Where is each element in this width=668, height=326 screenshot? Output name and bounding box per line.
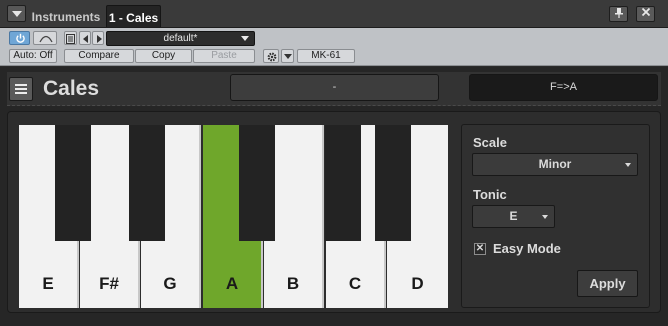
scale-dropdown[interactable]: Minor <box>472 153 638 176</box>
tab-cales[interactable]: 1 - Cales <box>106 5 161 27</box>
menu-icon <box>15 84 27 86</box>
plugin-title: Cales <box>43 77 100 100</box>
close-icon <box>641 7 650 17</box>
key-label: F# <box>99 274 119 293</box>
key-label: B <box>286 274 300 293</box>
key-label: G <box>163 274 177 293</box>
plugin-body: E F# G A B C D Scale Minor Tonic E ✕ Eas… <box>7 111 661 313</box>
gear-icon <box>267 52 277 62</box>
key-label: E <box>42 274 54 293</box>
plugin-panel: Cales - F=>A E F# G A B C D Scale Minor … <box>0 67 668 326</box>
automation-button[interactable]: Auto: Off <box>9 49 57 63</box>
scale-settings-panel: Scale Minor Tonic E ✕ Easy Mode Apply <box>461 124 650 308</box>
transpose-display: F=>A <box>469 74 658 101</box>
next-preset-button[interactable] <box>92 31 104 45</box>
easy-mode-label: Easy Mode <box>493 241 561 256</box>
plugin-toolbar: default* Auto: Off Compare Copy Paste MK… <box>0 28 668 66</box>
menu-button[interactable] <box>9 77 33 101</box>
copy-button[interactable]: Copy <box>135 49 192 63</box>
window-title-bar: Instruments 1 - Cales <box>0 0 668 28</box>
compare-button[interactable]: Compare <box>64 49 134 63</box>
piano-black-key[interactable] <box>55 125 91 241</box>
preset-dropdown[interactable]: default* <box>106 31 255 46</box>
close-button[interactable] <box>636 6 655 22</box>
settings-dropdown-button[interactable] <box>281 49 294 63</box>
tab-instruments[interactable]: Instruments <box>28 5 104 27</box>
piano-keyboard: E F# G A B C D <box>19 125 448 308</box>
piano-black-key[interactable] <box>325 125 361 241</box>
scale-label: Scale <box>473 135 507 150</box>
settings-button[interactable] <box>263 49 279 63</box>
key-label: D <box>411 274 424 293</box>
apply-button[interactable]: Apply <box>577 270 638 297</box>
paste-button[interactable]: Paste <box>193 49 255 63</box>
tonic-label: Tonic <box>473 187 507 202</box>
key-label: C <box>348 274 362 293</box>
list-icon <box>66 34 75 44</box>
easy-mode-checkbox[interactable]: ✕ <box>474 243 486 255</box>
pin-button[interactable] <box>609 6 628 22</box>
power-icon <box>16 33 25 43</box>
window-menu-button[interactable] <box>7 5 26 22</box>
power-button[interactable] <box>9 31 30 45</box>
tonic-dropdown[interactable]: E <box>472 205 555 228</box>
piano-black-key[interactable] <box>129 125 165 241</box>
bypass-button[interactable] <box>33 31 57 45</box>
previous-preset-button[interactable] <box>79 31 91 45</box>
pin-icon <box>614 8 623 18</box>
status-field: - <box>230 74 439 101</box>
piano-black-key[interactable] <box>375 125 411 241</box>
key-label: A <box>225 274 239 293</box>
midi-device-button[interactable]: MK-61 <box>297 49 355 63</box>
bypass-icon <box>39 35 53 43</box>
plugin-header: Cales - F=>A <box>7 72 661 106</box>
piano-black-key[interactable] <box>239 125 275 241</box>
preset-list-button[interactable] <box>64 31 77 45</box>
